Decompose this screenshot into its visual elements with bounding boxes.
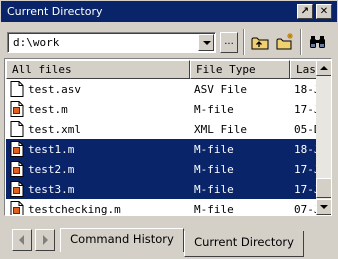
tab-command-history[interactable]: Command History xyxy=(60,228,184,252)
list-header: All files File Type Last Modified xyxy=(6,60,316,79)
tab-scroll-right-button[interactable] xyxy=(35,229,55,251)
list-row[interactable]: test.m M-file 17-Jul xyxy=(6,99,316,119)
close-button[interactable]: ✕ xyxy=(316,4,332,19)
file-type: ASV File xyxy=(194,83,247,96)
file-name: test.asv xyxy=(28,83,81,96)
file-type: M-file xyxy=(194,143,234,156)
file-name: test.xml xyxy=(28,123,81,136)
file-name: test3.m xyxy=(28,183,75,196)
new-folder-icon xyxy=(276,33,293,50)
file-name: test.m xyxy=(28,103,68,116)
document-icon xyxy=(10,81,24,97)
file-date: 18-Jul xyxy=(294,143,316,156)
file-type: M-file xyxy=(194,163,234,176)
file-type: M-file xyxy=(194,203,234,215)
file-date: 18-Jul xyxy=(294,83,316,96)
directory-path: d:\work xyxy=(13,36,60,49)
file-list-viewport: All files File Type Last Modified test.a… xyxy=(6,60,316,215)
file-name: test2.m xyxy=(28,163,75,176)
find-button[interactable] xyxy=(307,31,329,53)
m-file-icon xyxy=(10,161,24,177)
list-row[interactable]: test.xml XML File 05-Dec xyxy=(6,119,316,139)
m-file-icon xyxy=(10,201,24,215)
scrollbar-thumb[interactable] xyxy=(316,178,331,198)
m-file-icon xyxy=(10,141,24,157)
undock-icon: ↗ xyxy=(300,6,310,17)
undock-button[interactable]: ↗ xyxy=(297,4,313,19)
file-date: 07-Jul xyxy=(294,203,316,215)
document-icon xyxy=(10,121,24,137)
file-list: All files File Type Last Modified test.a… xyxy=(4,58,332,216)
file-type: M-file xyxy=(194,183,234,196)
file-type: XML File xyxy=(194,123,247,136)
folder-up-button[interactable] xyxy=(249,31,271,53)
vertical-scrollbar[interactable] xyxy=(316,60,331,215)
close-icon: ✕ xyxy=(319,6,329,17)
column-header-name[interactable]: All files xyxy=(6,60,190,79)
find-icon xyxy=(310,36,325,48)
window-title: Current Directory xyxy=(7,5,103,18)
tab-current-directory[interactable]: Current Directory xyxy=(184,231,304,257)
list-row[interactable]: test.asv ASV File 18-Jul xyxy=(6,79,316,99)
file-name: test1.m xyxy=(28,143,75,156)
file-type: M-file xyxy=(194,103,234,116)
chevron-down-icon[interactable] xyxy=(198,34,214,51)
folder-up-icon xyxy=(251,37,269,50)
list-row[interactable]: test2.m M-file 17-Jul xyxy=(6,159,316,179)
scroll-down-button[interactable] xyxy=(316,199,331,215)
file-date: 17-Jul xyxy=(294,103,316,116)
directory-combobox[interactable]: d:\work xyxy=(7,32,216,53)
toolbar-separator xyxy=(300,29,302,55)
file-date: 17-Jul xyxy=(294,183,316,196)
list-row[interactable]: testchecking.m M-file 07-Jul xyxy=(6,199,316,215)
file-name: testchecking.m xyxy=(28,203,121,215)
arrow-down-icon xyxy=(320,205,328,209)
column-header-date[interactable]: Last Modified xyxy=(290,60,316,79)
list-row[interactable]: test3.m M-file 17-Jul xyxy=(6,179,316,199)
m-file-icon xyxy=(10,181,24,197)
tab-scroll-left-button[interactable] xyxy=(12,229,32,251)
title-bar: Current Directory ↗ ✕ xyxy=(1,1,337,22)
browse-button[interactable]: ... xyxy=(220,32,238,53)
scroll-up-button[interactable] xyxy=(316,60,331,76)
column-header-type[interactable]: File Type xyxy=(190,60,290,79)
file-date: 17-Jul xyxy=(294,163,316,176)
file-date: 05-Dec xyxy=(294,123,316,136)
new-folder-button[interactable] xyxy=(274,31,296,53)
browse-label: ... xyxy=(224,36,234,47)
arrow-right-icon xyxy=(43,235,48,245)
arrow-left-icon xyxy=(19,235,24,245)
list-row[interactable]: test1.m M-file 18-Jul xyxy=(6,139,316,159)
toolbar-separator xyxy=(243,29,245,55)
arrow-up-icon xyxy=(320,66,328,70)
m-file-icon xyxy=(10,101,24,117)
